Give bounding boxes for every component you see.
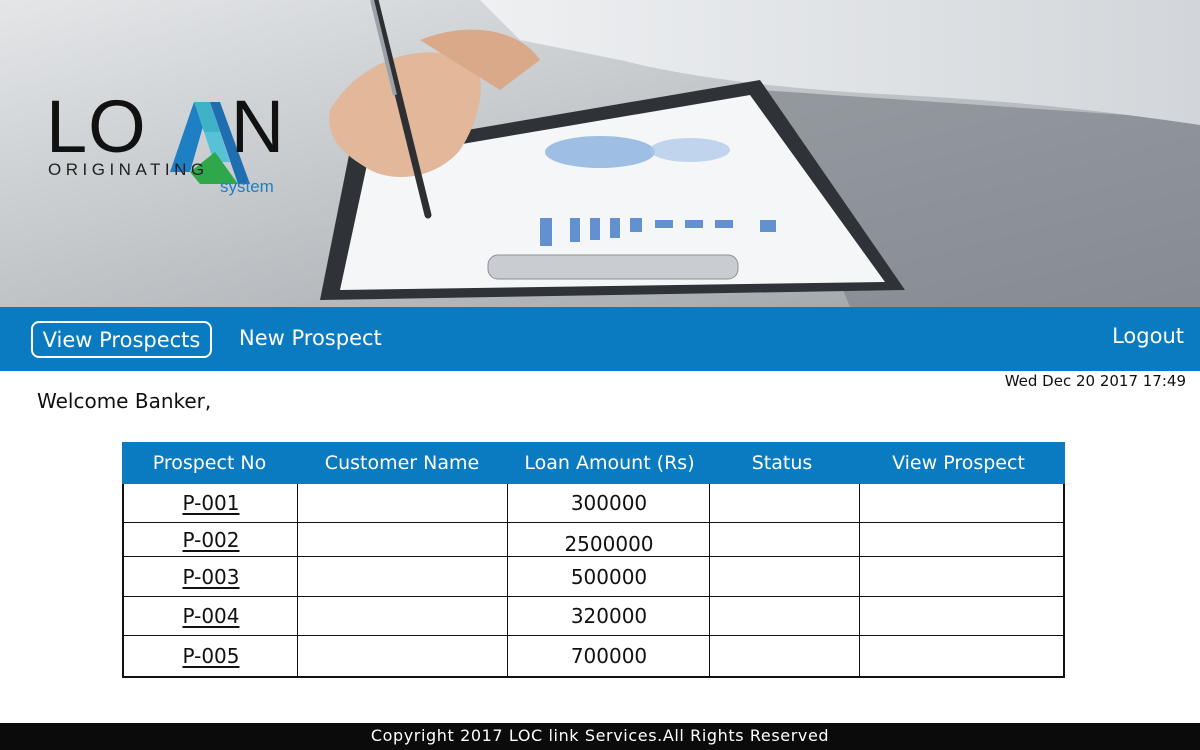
column-header-status: Status <box>751 452 813 474</box>
loan-amount-cell: 320000 <box>570 604 648 628</box>
welcome-message: Welcome Banker, <box>37 389 212 413</box>
column-header-prospect-no: Prospect No <box>152 452 267 474</box>
customer-name-cell <box>298 557 508 596</box>
column-header-customer-name: Customer Name <box>324 452 480 474</box>
logo-word-left: LO <box>46 85 147 168</box>
prospect-link[interactable]: P-005 <box>182 644 239 668</box>
loan-amount-cell: 300000 <box>570 491 648 515</box>
current-datetime: Wed Dec 20 2017 17:49 <box>1004 372 1186 390</box>
status-cell <box>710 636 860 676</box>
view-prospect-cell[interactable] <box>860 636 1063 676</box>
table-row: P-001 300000 <box>124 484 1063 523</box>
customer-name-cell <box>298 484 508 522</box>
view-prospect-cell[interactable] <box>860 557 1063 596</box>
prospect-link[interactable]: P-004 <box>182 604 239 628</box>
view-prospects-button[interactable]: View Prospects <box>31 321 212 358</box>
prospect-link[interactable]: P-003 <box>182 565 239 589</box>
view-prospect-cell[interactable] <box>860 597 1063 635</box>
new-prospect-button[interactable]: New Prospect <box>239 321 382 358</box>
loan-amount-cell: 500000 <box>570 564 648 589</box>
status-cell <box>710 484 860 522</box>
logout-button[interactable]: Logout <box>1112 319 1184 356</box>
column-header-view-prospect: View Prospect <box>892 452 1025 474</box>
column-header-loan-amount: Loan Amount (Rs) <box>524 452 695 474</box>
customer-name-cell <box>298 523 508 556</box>
copyright-footer: Copyright 2017 LOC link Services.All Rig… <box>0 723 1200 750</box>
table-row: P-002 2500000 <box>124 523 1063 557</box>
logo-word-right: N <box>230 85 286 168</box>
status-cell <box>710 523 860 556</box>
status-cell <box>710 597 860 635</box>
logo-subtitle: ORIGINATING <box>48 160 209 179</box>
prospects-table: Prospect No Customer Name Loan Amount (R… <box>122 442 1065 678</box>
table-row: P-004 320000 <box>124 597 1063 636</box>
view-prospect-cell[interactable] <box>860 484 1063 522</box>
table-body: P-001 300000 P-002 2500000 P-003 500000 … <box>122 484 1065 678</box>
customer-name-cell <box>298 636 508 676</box>
prospect-link[interactable]: P-002 <box>182 528 239 552</box>
prospect-link[interactable]: P-001 <box>182 491 239 515</box>
table-header: Prospect No Customer Name Loan Amount (R… <box>122 442 1065 484</box>
loan-amount-cell: 2500000 <box>564 531 654 556</box>
view-prospect-cell[interactable] <box>860 523 1063 556</box>
status-cell <box>710 557 860 596</box>
main-navbar: View Prospects New Prospect Logout <box>0 307 1200 371</box>
loan-amount-cell: 700000 <box>570 644 648 668</box>
customer-name-cell <box>298 597 508 635</box>
loan-originating-logo: LO N ORIGINATING system <box>46 88 296 203</box>
logo-system-text: system <box>220 177 274 196</box>
logo-word: LO N <box>46 90 285 164</box>
table-row: P-005 700000 <box>124 636 1063 676</box>
hero-banner: LO N ORIGINATING system <box>0 0 1200 307</box>
table-row: P-003 500000 <box>124 557 1063 597</box>
